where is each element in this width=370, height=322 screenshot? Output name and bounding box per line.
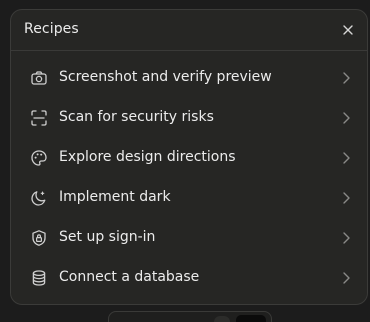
recipe-item-label: Connect a database <box>59 269 200 285</box>
moon-icon <box>30 189 48 207</box>
chevron-right-icon <box>338 270 354 286</box>
recipe-item-sign-in[interactable]: Set up sign-in <box>11 219 367 259</box>
toolbar-send-button-peek[interactable] <box>236 315 266 322</box>
recipe-item-label: Explore design directions <box>59 149 236 165</box>
chevron-right-icon <box>338 230 354 246</box>
camera-icon <box>30 69 48 87</box>
database-icon <box>30 269 48 287</box>
recipe-item-label: Screenshot and verify preview <box>59 69 272 85</box>
lock-shield-icon <box>30 229 48 247</box>
chevron-right-icon <box>338 190 354 206</box>
recipe-item-security[interactable]: Scan for security risks <box>11 99 367 139</box>
toolbar-button-peek[interactable] <box>214 316 230 322</box>
recipe-item-label: Implement dark <box>59 189 171 205</box>
recipe-item-label: Set up sign-in <box>59 229 156 245</box>
recipe-item-screenshot[interactable]: Screenshot and verify preview <box>11 59 367 99</box>
recipes-list: Screenshot and verify preview Scan for s… <box>11 59 367 299</box>
scan-frame-icon <box>30 109 48 127</box>
panel-title: Recipes <box>24 21 79 37</box>
chevron-right-icon <box>338 110 354 126</box>
recipes-panel: Recipes Screenshot and verify preview Sc… <box>10 9 368 305</box>
chevron-right-icon <box>338 150 354 166</box>
chevron-right-icon <box>338 70 354 86</box>
recipe-item-label: Scan for security risks <box>59 109 214 125</box>
close-button[interactable] <box>339 21 357 39</box>
close-icon <box>342 24 354 36</box>
palette-icon <box>30 149 48 167</box>
page: Recipes Screenshot and verify preview Sc… <box>0 0 370 322</box>
recipe-item-database[interactable]: Connect a database <box>11 259 367 299</box>
recipe-item-dark-mode[interactable]: Implement dark <box>11 179 367 219</box>
recipe-item-design[interactable]: Explore design directions <box>11 139 367 179</box>
panel-header: Recipes <box>11 10 367 51</box>
